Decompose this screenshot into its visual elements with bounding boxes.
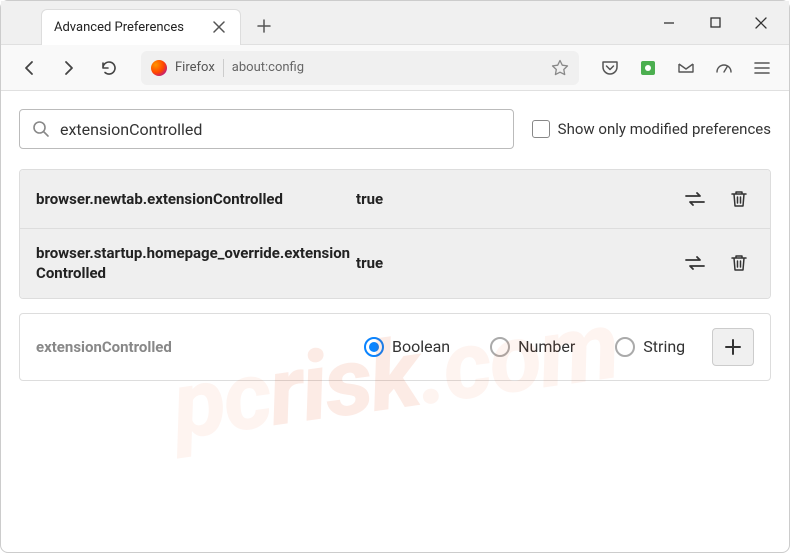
new-pref-name: extensionControlled [36, 338, 356, 356]
pref-value: true [356, 254, 680, 272]
show-only-label: Show only modified preferences [558, 120, 771, 138]
url-text: about:config [232, 60, 543, 75]
checkbox[interactable] [532, 120, 550, 138]
url-identity-label: Firefox [175, 60, 215, 75]
nav-toolbar: Firefox about:config [1, 45, 789, 91]
delete-button[interactable] [724, 184, 754, 214]
pocket-icon [601, 59, 619, 77]
tab-close-button[interactable] [210, 18, 228, 36]
toggle-icon [684, 254, 706, 272]
maximize-button[interactable] [692, 6, 738, 40]
firefox-logo-icon [151, 60, 167, 76]
toggle-button[interactable] [680, 184, 710, 214]
radio-string[interactable]: String [615, 337, 685, 357]
arrow-right-icon [60, 59, 78, 77]
radio-label: Boolean [392, 337, 450, 356]
pref-row: browser.newtab.extensionControlled true [20, 170, 770, 229]
new-tab-button[interactable] [249, 11, 279, 41]
url-bar[interactable]: Firefox about:config [141, 51, 579, 85]
minimize-icon [663, 17, 675, 29]
extension-button[interactable] [633, 53, 663, 83]
reload-icon [100, 59, 118, 77]
plus-icon [257, 19, 271, 33]
search-box[interactable] [19, 109, 514, 149]
close-window-button[interactable] [738, 6, 784, 40]
mail-button[interactable] [671, 53, 701, 83]
close-icon [213, 21, 225, 33]
window-controls [646, 6, 784, 40]
url-divider [223, 59, 224, 77]
app-menu-button[interactable] [747, 53, 777, 83]
minimize-button[interactable] [646, 6, 692, 40]
forward-button[interactable] [53, 52, 85, 84]
puzzle-icon [639, 59, 657, 77]
arrow-left-icon [20, 59, 38, 77]
pref-name: browser.startup.homepage_override.extens… [36, 243, 356, 284]
trash-icon [730, 253, 748, 273]
back-button[interactable] [13, 52, 45, 84]
prefs-list: browser.newtab.extensionControlled true … [19, 169, 771, 299]
show-only-modified-toggle[interactable]: Show only modified preferences [532, 120, 771, 138]
gauge-icon [715, 59, 733, 77]
toggle-icon [684, 190, 706, 208]
radio-boolean[interactable]: Boolean [364, 337, 450, 357]
tab-title: Advanced Preferences [54, 20, 200, 35]
radio-input[interactable] [490, 337, 510, 357]
trash-icon [730, 189, 748, 209]
pref-actions [680, 248, 754, 278]
content-area: Show only modified preferences browser.n… [1, 91, 789, 399]
search-row: Show only modified preferences [19, 109, 771, 149]
pref-value: true [356, 190, 680, 208]
plus-icon [725, 339, 741, 355]
browser-tab[interactable]: Advanced Preferences [41, 9, 241, 45]
dashboard-button[interactable] [709, 53, 739, 83]
radio-input[interactable] [364, 337, 384, 357]
close-icon [755, 17, 767, 29]
maximize-icon [710, 17, 721, 28]
type-options: Boolean Number String [356, 337, 712, 357]
toggle-button[interactable] [680, 248, 710, 278]
radio-input[interactable] [615, 337, 635, 357]
search-icon [32, 120, 50, 138]
hamburger-icon [753, 59, 771, 77]
pref-actions [680, 184, 754, 214]
titlebar: Advanced Preferences [1, 1, 789, 45]
radio-label: String [643, 337, 685, 356]
search-input[interactable] [60, 120, 501, 139]
star-icon [551, 59, 569, 77]
bookmark-star-button[interactable] [551, 59, 569, 77]
delete-button[interactable] [724, 248, 754, 278]
pref-row: browser.startup.homepage_override.extens… [20, 229, 770, 298]
radio-number[interactable]: Number [490, 337, 575, 357]
new-pref-row: extensionControlled Boolean Number Strin… [19, 313, 771, 381]
pref-name: browser.newtab.extensionControlled [36, 189, 356, 209]
pocket-button[interactable] [595, 53, 625, 83]
reload-button[interactable] [93, 52, 125, 84]
add-pref-button[interactable] [712, 328, 754, 366]
mail-icon [677, 59, 695, 77]
radio-label: Number [518, 337, 575, 356]
